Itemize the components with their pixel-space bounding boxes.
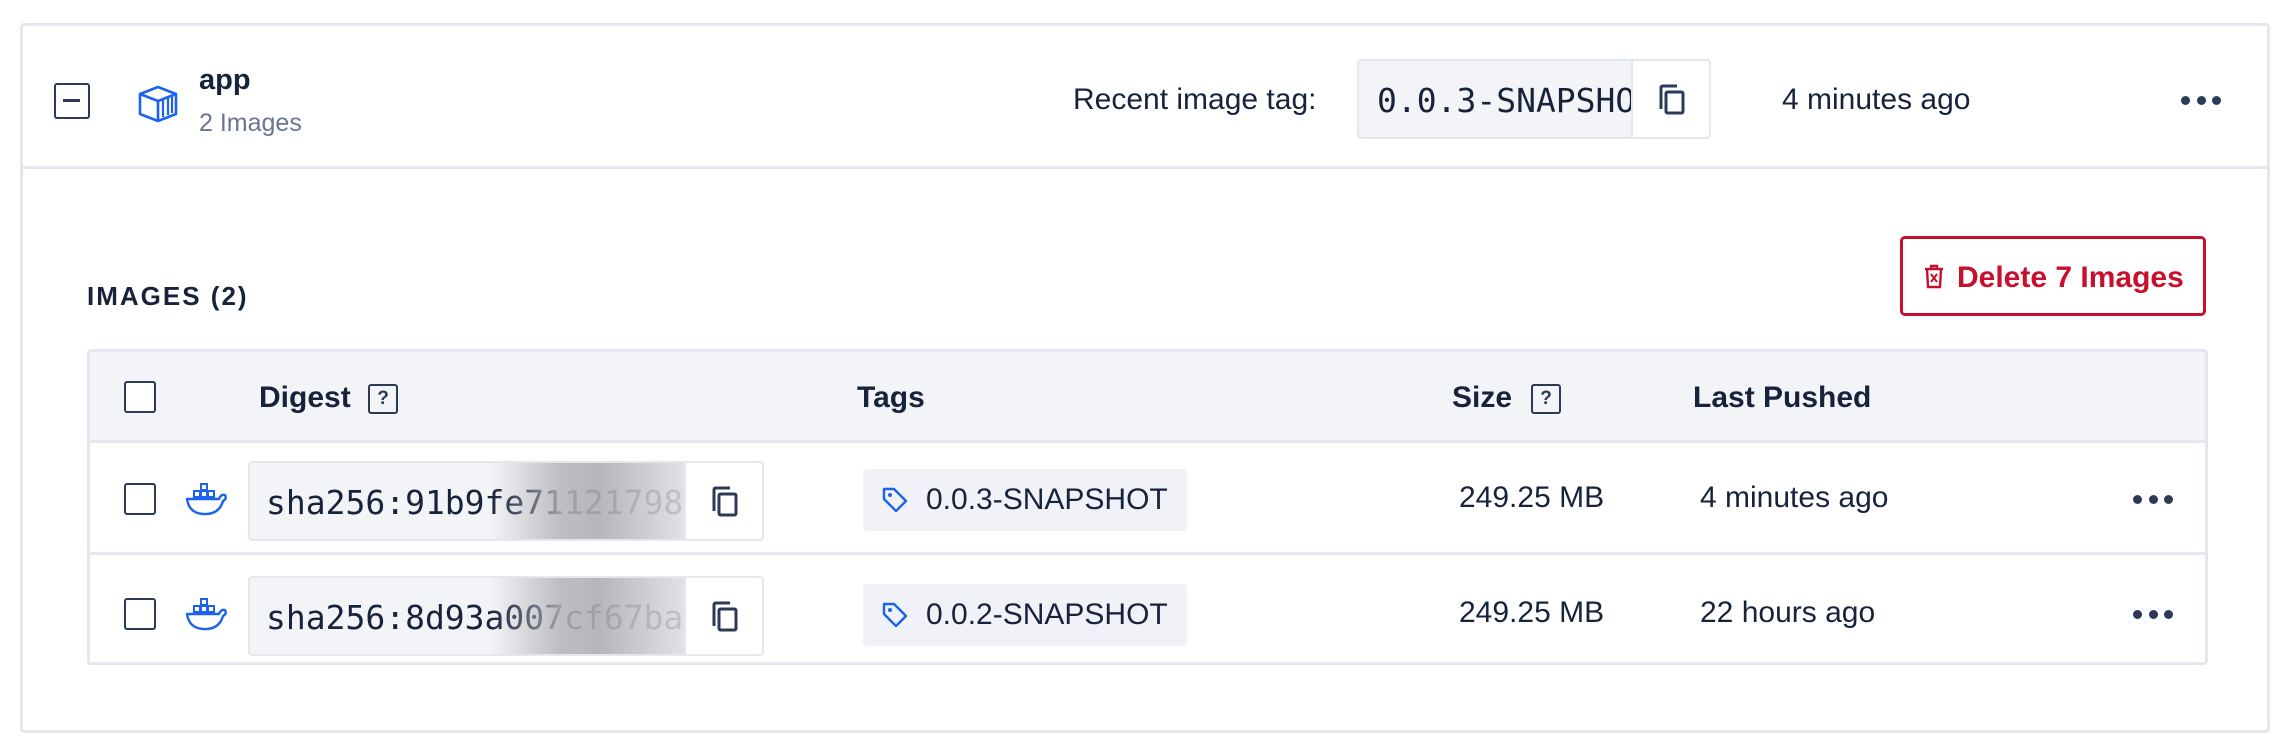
repository-more-menu-icon[interactable] — [2181, 93, 2221, 107]
copy-icon — [1659, 84, 1685, 115]
tag-icon — [882, 487, 908, 513]
row-checkbox[interactable] — [124, 598, 156, 630]
copy-icon — [712, 486, 738, 517]
table-header: Digest ? Tags Size ? Last Pushed — [90, 352, 2205, 443]
column-tags[interactable]: Tags — [857, 381, 925, 415]
digest-help-icon[interactable]: ? — [368, 384, 398, 414]
delete-images-button[interactable]: Delete 7 Images — [1900, 236, 2206, 316]
digest-field: sha256:8d93a007cf67ba0 — [248, 576, 764, 656]
collapse-button[interactable] — [54, 83, 90, 119]
repository-last-pushed: 4 minutes ago — [1782, 83, 1971, 116]
digest-fade — [490, 463, 690, 539]
image-last-pushed: 4 minutes ago — [1700, 481, 1889, 514]
tag-pill[interactable]: 0.0.3-SNAPSHOT — [863, 469, 1187, 531]
container-icon — [138, 85, 178, 123]
tag-label: 0.0.3-SNAPSHOT — [926, 483, 1168, 516]
column-last-pushed[interactable]: Last Pushed — [1693, 381, 1871, 415]
size-help-icon[interactable]: ? — [1531, 384, 1561, 414]
row-more-menu-icon[interactable] — [2133, 607, 2173, 621]
copy-icon — [712, 601, 738, 632]
repository-card: app 2 Images Recent image tag: 0.0.3-SNA… — [20, 23, 2270, 733]
select-all-checkbox[interactable] — [124, 381, 156, 413]
row-more-menu-icon[interactable] — [2133, 492, 2173, 506]
copy-recent-tag-button[interactable] — [1631, 61, 1709, 137]
docker-whale-icon — [185, 483, 227, 516]
recent-tag-value: 0.0.3-SNAPSHOT — [1377, 81, 1639, 120]
image-count: 2 Images — [199, 109, 302, 137]
repository-header: app 2 Images Recent image tag: 0.0.3-SNA… — [23, 26, 2267, 169]
trash-icon — [1925, 264, 1943, 289]
tag-pill[interactable]: 0.0.2-SNAPSHOT — [863, 584, 1187, 646]
repository-name[interactable]: app — [199, 64, 251, 97]
recent-tag-label: Recent image tag: — [1073, 83, 1317, 116]
digest-field: sha256:91b9fe71121798f — [248, 461, 764, 541]
image-size: 249.25 MB — [1459, 481, 1605, 514]
copy-digest-button[interactable] — [684, 463, 762, 539]
images-section-title: IMAGES (2) — [87, 281, 249, 311]
row-checkbox[interactable] — [124, 483, 156, 515]
tag-label: 0.0.2-SNAPSHOT — [926, 598, 1168, 631]
delete-images-label: Delete 7 Images — [1957, 261, 2184, 294]
images-table: Digest ? Tags Size ? Last Pushed sha256:… — [87, 349, 2208, 665]
digest-fade — [490, 578, 690, 654]
table-row: sha256:8d93a007cf67ba0 0.0.2-SNAPSHOT 24… — [90, 558, 2205, 670]
column-digest[interactable]: Digest — [259, 381, 351, 415]
docker-whale-icon — [185, 598, 227, 631]
copy-digest-button[interactable] — [684, 578, 762, 654]
image-last-pushed: 22 hours ago — [1700, 596, 1876, 629]
recent-tag-field: 0.0.3-SNAPSHOT — [1357, 59, 1711, 139]
table-row: sha256:91b9fe71121798f 0.0.3-SNAPSHOT 24… — [90, 443, 2205, 555]
tag-icon — [882, 602, 908, 628]
image-size: 249.25 MB — [1459, 596, 1605, 629]
column-size[interactable]: Size — [1452, 381, 1512, 415]
